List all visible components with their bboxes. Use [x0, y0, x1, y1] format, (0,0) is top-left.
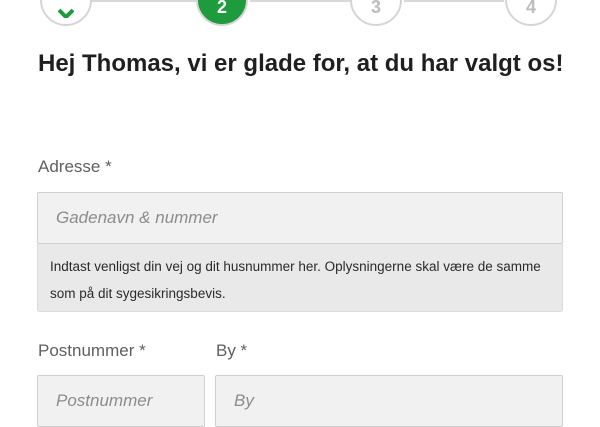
- postal-code-placeholder: Postnummer: [56, 391, 153, 410]
- stepper-line: [404, 0, 504, 2]
- progress-stepper: 2 3 4: [0, 0, 600, 28]
- city-label: By *: [216, 341, 248, 360]
- city-placeholder: By: [234, 391, 254, 410]
- step-number: 3: [370, 0, 381, 17]
- step-number: 2: [216, 0, 227, 17]
- address-label: Adresse *: [38, 157, 112, 176]
- step-number: 4: [525, 0, 536, 17]
- step-1-completed[interactable]: [40, 0, 92, 26]
- address-hint: Indtast venligst din vej og dit husnumme…: [37, 244, 563, 312]
- address-input[interactable]: Gadenavn & nummer: [37, 192, 563, 244]
- step-3: 3: [350, 0, 402, 26]
- page-title: Hej Thomas, vi er glade for, at du har v…: [38, 50, 564, 77]
- step-4: 4: [505, 0, 557, 26]
- city-input[interactable]: By: [215, 375, 563, 427]
- address-placeholder: Gadenavn & nummer: [56, 208, 218, 227]
- postal-code-input[interactable]: Postnummer: [37, 375, 205, 427]
- checkmark-icon: [58, 8, 74, 18]
- step-2-current: 2: [196, 0, 248, 26]
- postal-code-label: Postnummer *: [38, 341, 146, 360]
- stepper-line: [250, 0, 350, 2]
